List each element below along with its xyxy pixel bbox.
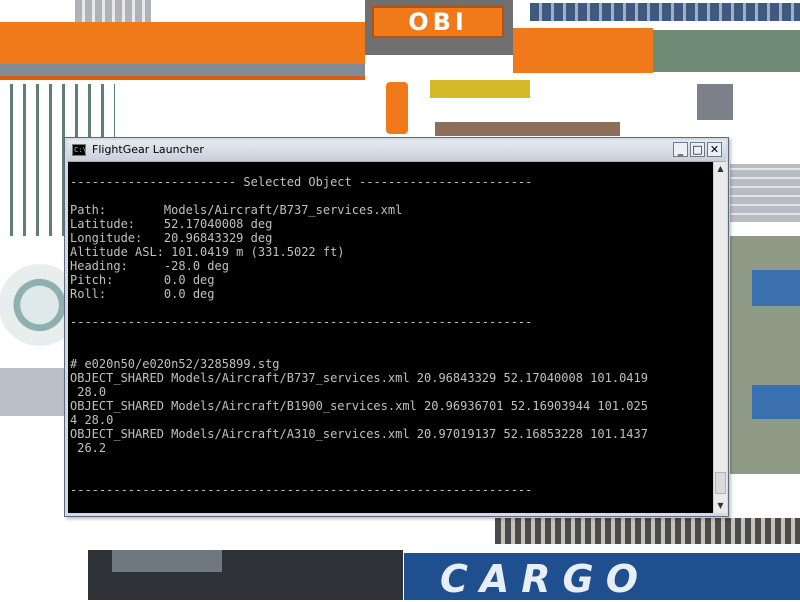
console-text: ----------------------- Selected Object … [68, 162, 713, 497]
scroll-thumb[interactable] [715, 472, 726, 494]
console-line: 28.0 [70, 385, 107, 399]
console-line: Roll: 0.0 deg [70, 287, 215, 301]
window-title: FlightGear Launcher [92, 143, 204, 156]
vertical-scrollbar[interactable]: ▲ ▼ [713, 162, 727, 513]
yellow-bus [430, 80, 530, 98]
console-line: # e020n50/e020n52/3285899.stg [70, 357, 280, 371]
console-line: 4 28.0 [70, 413, 114, 427]
green-roof-building [653, 30, 800, 72]
building-top-left [75, 0, 151, 22]
title-bar[interactable]: C:\ FlightGear Launcher _ □ ✕ [67, 140, 726, 162]
gray-building-left [0, 368, 64, 416]
orange-facade-right [513, 28, 653, 73]
console-line: OBJECT_SHARED Models/Aircraft/B737_servi… [70, 371, 648, 385]
obi-sign: OBI [372, 6, 504, 38]
close-button[interactable]: ✕ [707, 142, 722, 157]
console-line: Longitude: 20.96843329 deg [70, 231, 273, 245]
glass-dome [0, 250, 66, 360]
blue-roof-1 [752, 270, 800, 306]
console-line: OBJECT_SHARED Models/Aircraft/B1900_serv… [70, 399, 648, 413]
blue-roof-2 [752, 385, 800, 419]
console-line: OBJECT_SHARED Models/Aircraft/A310_servi… [70, 427, 648, 441]
console-output[interactable]: ----------------------- Selected Object … [68, 162, 713, 513]
console-line: Heading: -28.0 deg [70, 259, 229, 273]
scroll-up-arrow-icon[interactable]: ▲ [714, 162, 727, 176]
cmd-icon: C:\ [72, 144, 87, 156]
console-line: Latitude: 52.17040008 deg [70, 217, 273, 231]
console-line: ----------------------------------------… [70, 315, 533, 329]
minimize-button[interactable]: _ [673, 142, 688, 157]
obi-vertical-sign [386, 82, 408, 134]
building-bottom-top [112, 550, 222, 572]
console-line: Pitch: 0.0 deg [70, 273, 215, 287]
cargo-sign: CARGO [440, 557, 651, 601]
roof-hatch [697, 84, 733, 120]
console-line: Altitude ASL: 101.0419 m (331.5022 ft) [70, 245, 345, 259]
gray-roof-right [730, 164, 800, 222]
console-line: ----------------------- Selected Object … [70, 175, 533, 189]
console-line: Path: Models/Aircraft/B737_services.xml [70, 203, 403, 217]
store-shade [0, 64, 365, 76]
console-line: 26.2 [70, 441, 107, 455]
crowd-strip [495, 518, 800, 544]
scroll-down-arrow-icon[interactable]: ▼ [714, 499, 727, 513]
maximize-button[interactable]: □ [690, 142, 705, 157]
console-line: ----------------------------------------… [70, 483, 533, 497]
console-window: C:\ FlightGear Launcher _ □ ✕ ----------… [64, 137, 729, 517]
roof-panel [435, 122, 620, 136]
window-strip-top [530, 3, 800, 21]
